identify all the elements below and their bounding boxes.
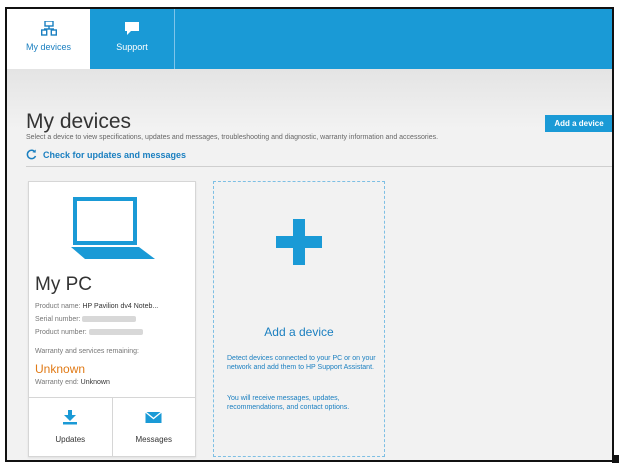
- add-device-description: Detect devices connected to your PC or o…: [227, 355, 376, 371]
- tab-my-devices-label: My devices: [25, 42, 71, 52]
- app-window: My devices Support My devices Select a d…: [5, 7, 614, 462]
- header-divider: [26, 166, 612, 167]
- tab-support-label: Support: [116, 42, 148, 52]
- warranty-label: Warranty and services remaining:: [35, 348, 140, 355]
- device-name: My PC: [35, 274, 92, 295]
- refresh-icon: [26, 149, 37, 160]
- laptop-icon: [71, 197, 155, 259]
- page-header: My devices Select a device to view speci…: [7, 69, 612, 179]
- envelope-icon: [145, 411, 163, 423]
- device-actions: Updates Messages: [29, 397, 195, 457]
- warranty-status: Unknown: [35, 362, 86, 376]
- serial-number-label: Serial number:: [35, 316, 81, 323]
- updates-label: Updates: [55, 435, 86, 444]
- plus-icon: [276, 219, 322, 265]
- add-device-title: Add a device: [264, 325, 334, 339]
- add-device-card[interactable]: Add a device Detect devices connected to…: [213, 181, 385, 457]
- page-title: My devices: [26, 110, 132, 133]
- product-number-row: Product number:: [35, 326, 158, 339]
- messages-button[interactable]: Messages: [113, 398, 196, 457]
- download-icon: [63, 410, 78, 425]
- warranty-end-value: Unknown: [80, 379, 110, 386]
- add-device-button[interactable]: Add a device: [545, 115, 612, 132]
- add-device-benefits: You will receive messages, updates, reco…: [227, 395, 350, 411]
- product-number-redacted: [88, 329, 143, 336]
- tab-my-devices[interactable]: My devices: [7, 9, 90, 69]
- chat-icon: [125, 22, 139, 35]
- warranty-end-label: Warranty end:: [35, 379, 79, 386]
- product-name-row: Product name: HP Pavilion dv4 Noteb...: [35, 300, 158, 313]
- messages-label: Messages: [135, 435, 172, 444]
- device-card[interactable]: My PC Product name: HP Pavilion dv4 Note…: [28, 181, 196, 457]
- product-number-label: Product number:: [35, 329, 87, 336]
- updates-button[interactable]: Updates: [29, 398, 113, 457]
- page-subtitle: Select a device to view specifications, …: [26, 134, 439, 141]
- serial-number-redacted: [82, 316, 137, 323]
- device-info: Product name: HP Pavilion dv4 Noteb... S…: [35, 300, 158, 339]
- warranty-end-row: Warranty end: Unknown: [35, 379, 110, 386]
- serial-number-row: Serial number:: [35, 313, 158, 326]
- check-updates-label: Check for updates and messages: [43, 149, 187, 160]
- tab-support[interactable]: Support: [90, 9, 175, 69]
- check-updates-link[interactable]: Check for updates and messages: [26, 149, 186, 160]
- product-name-value: HP Pavilion dv4 Noteb...: [82, 303, 159, 310]
- product-name-label: Product name:: [35, 303, 81, 310]
- devices-icon: [40, 21, 57, 36]
- top-navigation-bar: My devices Support: [7, 9, 612, 69]
- frame-corner: [612, 455, 619, 463]
